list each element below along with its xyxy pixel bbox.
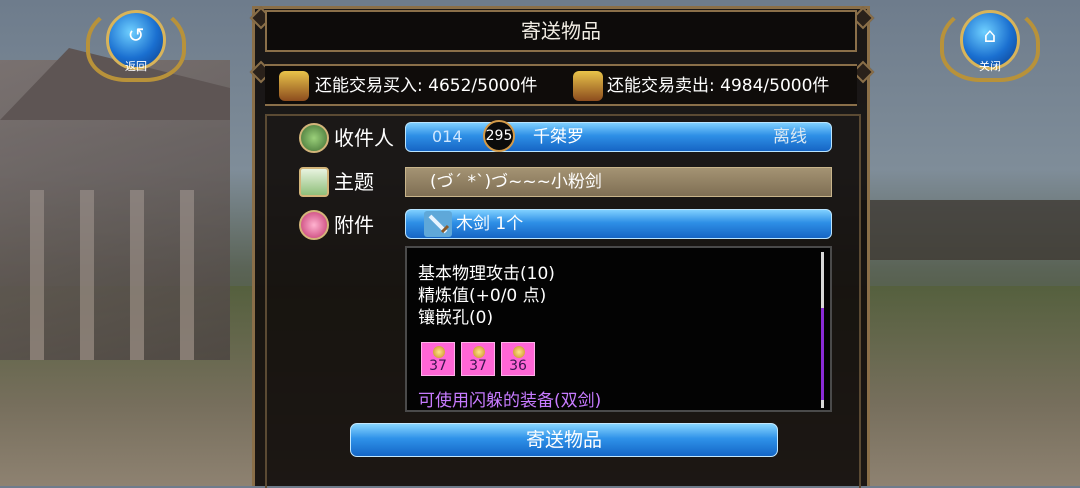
gem-icon — [513, 346, 525, 358]
gem-count: 36 — [509, 358, 527, 374]
recipient-name: 千桀罗 — [533, 127, 584, 147]
gem-count: 37 — [469, 358, 487, 374]
background-pillar — [130, 190, 144, 360]
button-circle: ↺ 返回 — [106, 10, 166, 73]
back-button[interactable]: ↺ 返回 — [86, 4, 186, 84]
window-title: 寄送物品 — [265, 10, 857, 52]
sell-limit: 还能交易卖出: 4984/5000件 — [607, 66, 829, 106]
attachment-field[interactable]: 木剑 1个 — [405, 209, 832, 239]
recipient-field[interactable]: 014 295 千桀罗 离线 — [405, 120, 832, 152]
recipient-level-badge: 295 — [483, 120, 515, 152]
item-details-panel[interactable]: 基本物理攻击(10) 精炼值(+0/0 点) 镶嵌孔(0) 37 37 36 可… — [405, 246, 832, 412]
button-circle: ⌂ 关闭 — [960, 10, 1020, 73]
attachment-item: 木剑 1个 — [456, 214, 524, 234]
gem-count: 37 — [429, 358, 447, 374]
buy-limit: 还能交易买入: 4652/5000件 — [315, 66, 537, 106]
shop-stall-icon — [573, 71, 603, 101]
trade-limits-bar: 还能交易买入: 4652/5000件 还能交易卖出: 4984/5000件 — [265, 64, 857, 106]
detail-refine: 精炼值(+0/0 点) — [418, 286, 547, 306]
gem-icon — [433, 346, 445, 358]
usable-note: 可使用闪躲的装备(双剑) — [418, 391, 602, 411]
gem-icon — [473, 346, 485, 358]
recipient-icon — [299, 123, 329, 153]
close-button-label: 关闭 — [979, 60, 1001, 73]
attachment-label: 附件 — [334, 213, 374, 237]
back-button-label: 返回 — [125, 60, 147, 73]
subject-value: (づ´ *`)づ~~~小粉剑 — [430, 172, 602, 192]
recipient-label: 收件人 — [334, 126, 394, 150]
send-item-button[interactable]: 寄送物品 — [350, 423, 778, 457]
background-wall — [860, 200, 1080, 260]
gem-slot[interactable]: 36 — [501, 342, 535, 376]
treasure-chest-icon — [279, 71, 309, 101]
gem-slot[interactable]: 37 — [421, 342, 455, 376]
sell-limit-label: 还能交易卖出: — [607, 76, 715, 96]
subject-field[interactable]: (づ´ *`)づ~~~小粉剑 — [405, 167, 832, 197]
buy-limit-label: 还能交易买入: — [315, 76, 423, 96]
envelope-icon — [299, 167, 329, 197]
background-pillar — [30, 190, 44, 360]
scrollbar-thumb[interactable] — [821, 308, 824, 400]
recipient-id: 014 — [432, 127, 463, 146]
sell-limit-value: 4984/5000件 — [720, 76, 830, 96]
gift-icon — [299, 210, 329, 240]
gem-slot[interactable]: 37 — [461, 342, 495, 376]
buy-limit-value: 4652/5000件 — [428, 76, 538, 96]
close-button[interactable]: ⌂ 关闭 — [940, 4, 1040, 84]
background-pillar — [80, 190, 94, 360]
subject-label: 主题 — [334, 170, 374, 194]
background-pillar — [180, 190, 194, 360]
sword-icon — [424, 211, 452, 237]
detail-sockets: 镶嵌孔(0) — [418, 308, 494, 328]
detail-attack: 基本物理攻击(10) — [418, 264, 555, 284]
home-icon: ⌂ — [983, 23, 997, 47]
return-arrow-icon: ↺ — [127, 23, 145, 47]
recipient-status: 离线 — [773, 127, 807, 147]
